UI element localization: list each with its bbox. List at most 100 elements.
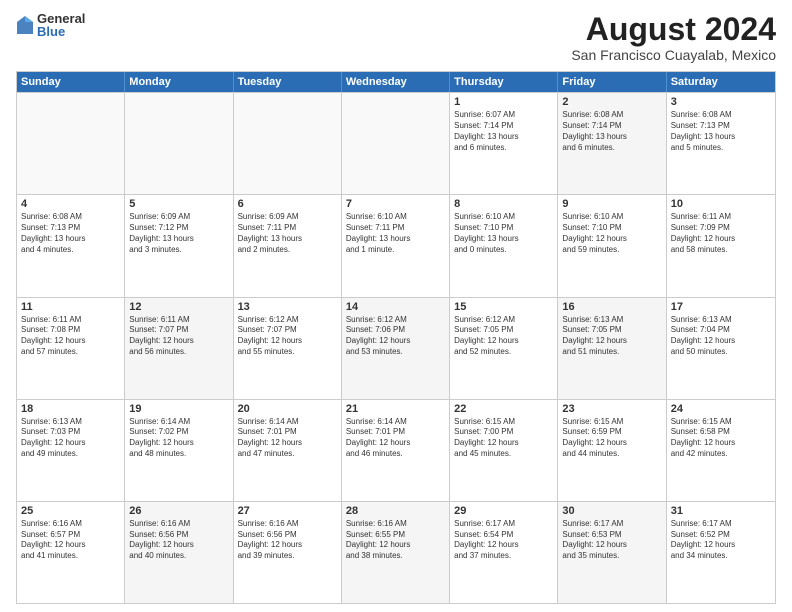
cal-cell-empty (234, 93, 342, 194)
cal-cell-4: 4 Sunrise: 6:08 AM Sunset: 7:13 PM Daylig… (17, 195, 125, 296)
day-number: 15 (454, 301, 553, 313)
cal-cell-6: 6Sunrise: 6:09 AM Sunset: 7:11 PM Daylig… (234, 195, 342, 296)
cal-cell-2: 2Sunrise: 6:08 AM Sunset: 7:14 PM Daylig… (558, 93, 666, 194)
day-number: 8 (454, 198, 553, 210)
cell-info: Sunrise: 6:12 AM Sunset: 7:07 PM Dayligh… (238, 315, 337, 358)
day-number: 20 (238, 403, 337, 415)
cell-info: Sunrise: 6:13 AM Sunset: 7:04 PM Dayligh… (671, 315, 771, 358)
calendar: SundayMondayTuesdayWednesdayThursdayFrid… (16, 71, 776, 604)
cal-header-thursday: Thursday (450, 72, 558, 92)
cal-cell-13: 13 Sunrise: 6:12 AM Sunset: 7:07 PM Dayli… (234, 298, 342, 399)
cell-info: Sunrise: 6:16 AM Sunset: 6:56 PM Dayligh… (238, 519, 337, 562)
cell-info: Sunrise: 6:15 AM Sunset: 7:00 PM Dayligh… (454, 417, 553, 460)
day-number: 28 (346, 505, 445, 517)
cal-cell-21: 21 Sunrise: 6:14 AM Sunset: 7:01 PM Dayli… (342, 400, 450, 501)
cal-week-2: 4 Sunrise: 6:08 AM Sunset: 7:13 PM Daylig… (17, 194, 775, 296)
cell-info: Sunrise: 6:09 AM Sunset: 7:12 PM Dayligh… (129, 212, 228, 255)
cal-cell-11: 11 Sunrise: 6:11 AM Sunset: 7:08 PM Dayli… (17, 298, 125, 399)
cell-info: Sunrise: 6:15 AM Sunset: 6:58 PM Dayligh… (671, 417, 771, 460)
day-number: 11 (21, 301, 120, 313)
cal-cell-30: 30 Sunrise: 6:17 AM Sunset: 6:53 PM Dayli… (558, 502, 666, 603)
cell-info: Sunrise: 6:09 AM Sunset: 7:11 PM Dayligh… (238, 212, 337, 255)
cell-info: Sunrise: 6:15 AM Sunset: 6:59 PM Dayligh… (562, 417, 661, 460)
day-number: 21 (346, 403, 445, 415)
day-number: 2 (562, 96, 661, 108)
day-number: 12 (129, 301, 228, 313)
cal-cell-18: 18Sunrise: 6:13 AM Sunset: 7:03 PM Dayli… (17, 400, 125, 501)
cal-header-monday: Monday (125, 72, 233, 92)
cell-info: Sunrise: 6:10 AM Sunset: 7:10 PM Dayligh… (562, 212, 661, 255)
cal-cell-22: 22 Sunrise: 6:15 AM Sunset: 7:00 PM Dayli… (450, 400, 558, 501)
day-number: 17 (671, 301, 771, 313)
cal-cell-23: 23Sunrise: 6:15 AM Sunset: 6:59 PM Dayli… (558, 400, 666, 501)
logo-icon (16, 14, 34, 36)
subtitle: San Francisco Cuayalab, Mexico (571, 47, 776, 63)
cell-info: Sunrise: 6:07 AM Sunset: 7:14 PM Dayligh… (454, 110, 553, 153)
cal-cell-7: 7 Sunrise: 6:10 AM Sunset: 7:11 PM Daylig… (342, 195, 450, 296)
cell-info: Sunrise: 6:10 AM Sunset: 7:11 PM Dayligh… (346, 212, 445, 255)
cal-header-saturday: Saturday (667, 72, 775, 92)
cell-info: Sunrise: 6:14 AM Sunset: 7:02 PM Dayligh… (129, 417, 228, 460)
cell-info: Sunrise: 6:08 AM Sunset: 7:13 PM Dayligh… (21, 212, 120, 255)
cell-info: Sunrise: 6:16 AM Sunset: 6:56 PM Dayligh… (129, 519, 228, 562)
cal-header-sunday: Sunday (17, 72, 125, 92)
logo-blue-text: Blue (37, 25, 85, 38)
day-number: 25 (21, 505, 120, 517)
cal-cell-19: 19 Sunrise: 6:14 AM Sunset: 7:02 PM Dayli… (125, 400, 233, 501)
cal-cell-17: 17 Sunrise: 6:13 AM Sunset: 7:04 PM Dayli… (667, 298, 775, 399)
cal-cell-empty (17, 93, 125, 194)
cal-cell-26: 26Sunrise: 6:16 AM Sunset: 6:56 PM Dayli… (125, 502, 233, 603)
cal-week-5: 25Sunrise: 6:16 AM Sunset: 6:57 PM Dayli… (17, 501, 775, 603)
cell-info: Sunrise: 6:13 AM Sunset: 7:03 PM Dayligh… (21, 417, 120, 460)
cell-info: Sunrise: 6:17 AM Sunset: 6:53 PM Dayligh… (562, 519, 661, 562)
cell-info: Sunrise: 6:16 AM Sunset: 6:55 PM Dayligh… (346, 519, 445, 562)
title-block: August 2024 San Francisco Cuayalab, Mexi… (571, 12, 776, 63)
cal-cell-8: 8Sunrise: 6:10 AM Sunset: 7:10 PM Daylig… (450, 195, 558, 296)
cal-cell-3: 3 Sunrise: 6:08 AM Sunset: 7:13 PM Daylig… (667, 93, 775, 194)
cell-info: Sunrise: 6:11 AM Sunset: 7:07 PM Dayligh… (129, 315, 228, 358)
cal-header-wednesday: Wednesday (342, 72, 450, 92)
day-number: 29 (454, 505, 553, 517)
cell-info: Sunrise: 6:14 AM Sunset: 7:01 PM Dayligh… (346, 417, 445, 460)
day-number: 19 (129, 403, 228, 415)
day-number: 5 (129, 198, 228, 210)
cell-info: Sunrise: 6:17 AM Sunset: 6:54 PM Dayligh… (454, 519, 553, 562)
cal-cell-16: 16 Sunrise: 6:13 AM Sunset: 7:05 PM Dayli… (558, 298, 666, 399)
cell-info: Sunrise: 6:11 AM Sunset: 7:08 PM Dayligh… (21, 315, 120, 358)
cal-header-friday: Friday (558, 72, 666, 92)
cell-info: Sunrise: 6:13 AM Sunset: 7:05 PM Dayligh… (562, 315, 661, 358)
cal-cell-27: 27 Sunrise: 6:16 AM Sunset: 6:56 PM Dayli… (234, 502, 342, 603)
day-number: 1 (454, 96, 553, 108)
main-title: August 2024 (571, 12, 776, 47)
cell-info: Sunrise: 6:12 AM Sunset: 7:06 PM Dayligh… (346, 315, 445, 358)
logo: General Blue (16, 12, 85, 38)
cell-info: Sunrise: 6:14 AM Sunset: 7:01 PM Dayligh… (238, 417, 337, 460)
cell-info: Sunrise: 6:08 AM Sunset: 7:13 PM Dayligh… (671, 110, 771, 153)
day-number: 22 (454, 403, 553, 415)
day-number: 3 (671, 96, 771, 108)
cal-cell-15: 15Sunrise: 6:12 AM Sunset: 7:05 PM Dayli… (450, 298, 558, 399)
day-number: 30 (562, 505, 661, 517)
cal-week-3: 11 Sunrise: 6:11 AM Sunset: 7:08 PM Dayli… (17, 297, 775, 399)
day-number: 4 (21, 198, 120, 210)
cal-cell-12: 12 Sunrise: 6:11 AM Sunset: 7:07 PM Dayli… (125, 298, 233, 399)
cal-cell-1: 1 Sunrise: 6:07 AM Sunset: 7:14 PM Daylig… (450, 93, 558, 194)
cal-cell-29: 29 Sunrise: 6:17 AM Sunset: 6:54 PM Dayli… (450, 502, 558, 603)
cal-cell-28: 28 Sunrise: 6:16 AM Sunset: 6:55 PM Dayli… (342, 502, 450, 603)
day-number: 16 (562, 301, 661, 313)
cal-cell-31: 31 Sunrise: 6:17 AM Sunset: 6:52 PM Dayli… (667, 502, 775, 603)
cal-cell-10: 10 Sunrise: 6:11 AM Sunset: 7:09 PM Dayli… (667, 195, 775, 296)
cal-cell-empty (342, 93, 450, 194)
cell-info: Sunrise: 6:11 AM Sunset: 7:09 PM Dayligh… (671, 212, 771, 255)
cal-cell-25: 25Sunrise: 6:16 AM Sunset: 6:57 PM Dayli… (17, 502, 125, 603)
day-number: 13 (238, 301, 337, 313)
calendar-body: 1 Sunrise: 6:07 AM Sunset: 7:14 PM Daylig… (17, 92, 775, 603)
day-number: 10 (671, 198, 771, 210)
cal-cell-empty (125, 93, 233, 194)
cell-info: Sunrise: 6:17 AM Sunset: 6:52 PM Dayligh… (671, 519, 771, 562)
day-number: 31 (671, 505, 771, 517)
day-number: 7 (346, 198, 445, 210)
day-number: 14 (346, 301, 445, 313)
day-number: 27 (238, 505, 337, 517)
logo-text: General Blue (37, 12, 85, 38)
